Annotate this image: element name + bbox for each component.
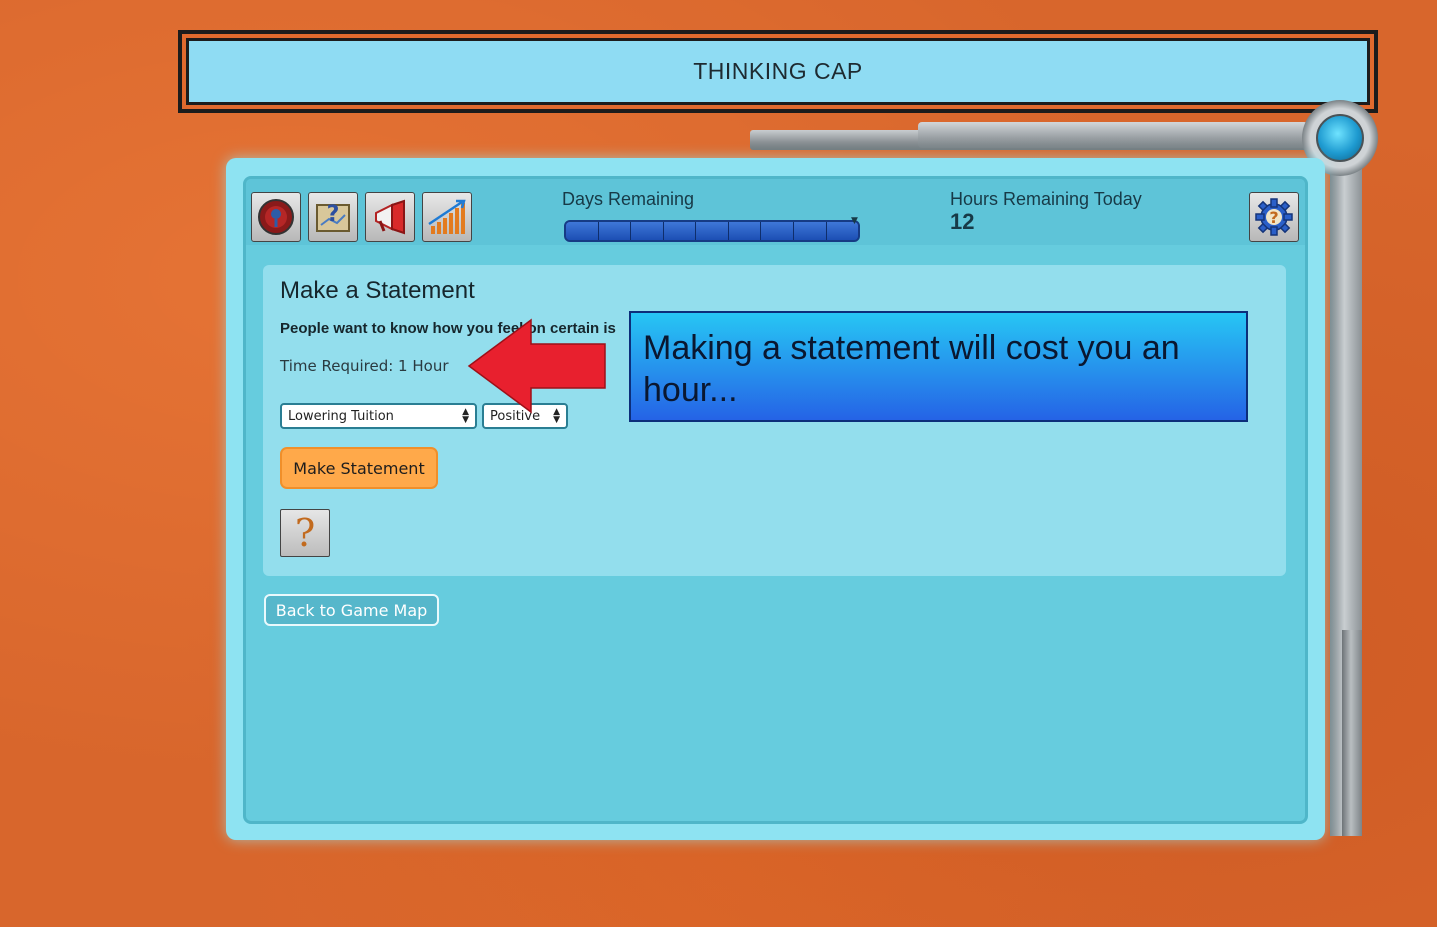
tutorial-arrow-icon bbox=[467, 318, 606, 414]
panel-inner: ? Days Remaining ▼ Hours Remaining Today… bbox=[243, 176, 1308, 824]
title-banner: THINKING CAP bbox=[178, 30, 1378, 113]
help-button[interactable]: ? bbox=[280, 509, 330, 557]
day-segment bbox=[598, 222, 632, 240]
time-required: Time Required: 1 Hour bbox=[280, 357, 449, 375]
tutorial-tip-text: Making a statement will cost you an hour… bbox=[643, 329, 1180, 409]
map-help-icon: ? bbox=[316, 202, 350, 232]
svg-text:?: ? bbox=[327, 202, 340, 227]
megaphone-icon bbox=[375, 199, 405, 235]
issue-select[interactable]: Lowering Tuition ▲ ▼ bbox=[280, 403, 477, 429]
knob-light-icon bbox=[1316, 114, 1364, 162]
day-segment bbox=[761, 222, 794, 240]
day-segment bbox=[793, 222, 827, 240]
day-segment bbox=[631, 222, 664, 240]
day-segment bbox=[566, 222, 599, 240]
days-remaining-label: Days Remaining bbox=[562, 189, 695, 209]
stats-button[interactable] bbox=[422, 192, 472, 242]
settings-button[interactable]: ? bbox=[1249, 192, 1299, 242]
gear-help-icon: ? bbox=[1255, 198, 1293, 236]
hours-remaining-value: 12 bbox=[950, 209, 975, 234]
days-marker-icon: ▼ bbox=[851, 216, 858, 226]
chart-icon bbox=[428, 199, 466, 234]
day-segment bbox=[663, 222, 697, 240]
title-banner-frame: THINKING CAP bbox=[182, 34, 1374, 109]
question-mark-icon: ? bbox=[294, 511, 316, 555]
target-icon bbox=[258, 199, 294, 235]
svg-text:?: ? bbox=[1269, 208, 1278, 227]
back-to-map-button[interactable]: Back to Game Map bbox=[264, 594, 439, 626]
day-segment bbox=[728, 222, 762, 240]
days-remaining-bar bbox=[564, 220, 860, 242]
card-title: Make a Statement bbox=[280, 277, 475, 304]
pipe-vertical-lower bbox=[1342, 630, 1362, 836]
make-statement-button[interactable]: Make Statement bbox=[280, 447, 438, 489]
tutorial-tip: Making a statement will cost you an hour… bbox=[629, 311, 1248, 422]
issue-select-value: Lowering Tuition bbox=[288, 408, 394, 424]
game-title: THINKING CAP bbox=[693, 58, 863, 84]
pipe-horizontal-upper bbox=[918, 122, 1308, 148]
main-panel: ? Days Remaining ▼ Hours Remaining Today… bbox=[226, 158, 1325, 840]
hours-remaining-label: Hours Remaining Today bbox=[950, 189, 1142, 209]
map-help-button[interactable]: ? bbox=[308, 192, 358, 242]
target-button[interactable] bbox=[251, 192, 301, 242]
day-segment bbox=[696, 222, 729, 240]
top-bar: ? Days Remaining ▼ Hours Remaining Today… bbox=[246, 179, 1305, 245]
megaphone-button[interactable] bbox=[365, 192, 415, 242]
title-banner-inner: THINKING CAP bbox=[186, 38, 1370, 105]
